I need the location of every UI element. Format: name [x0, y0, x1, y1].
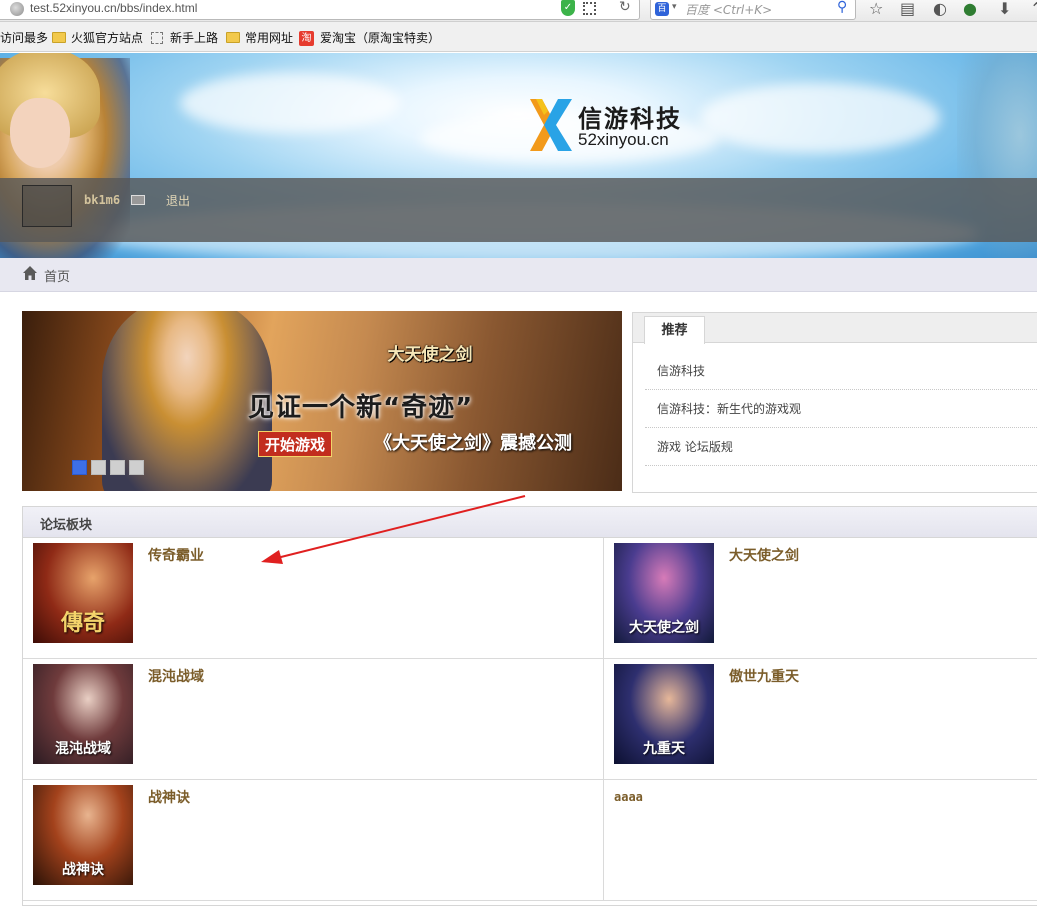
addon-icon[interactable]: ●: [963, 0, 977, 18]
forum-section: 论坛板块 傳奇 传奇霸业 大天使之剑 大天使之剑 混沌战域 混沌战域 九重天 傲…: [22, 506, 1037, 906]
carousel-dot[interactable]: [129, 460, 144, 475]
tab-recommend[interactable]: 推荐: [644, 316, 705, 344]
search-placeholder[interactable]: 百度 <Ctrl+K>: [685, 1, 772, 18]
board-thumbnail-text: 战神诀: [62, 862, 104, 878]
folder-icon: [52, 32, 66, 43]
carousel-dot[interactable]: [72, 460, 87, 475]
board-thumbnail-text: 大天使之剑: [629, 620, 699, 636]
board-thumbnail[interactable]: 混沌战域: [33, 664, 133, 764]
forum-section-header: 论坛板块: [23, 507, 1037, 538]
start-game-button[interactable]: 开始游戏: [258, 431, 333, 457]
home-icon[interactable]: [22, 265, 38, 281]
board-card[interactable]: 傳奇 传奇霸业: [23, 538, 604, 659]
carousel-dot[interactable]: [110, 460, 125, 475]
overflow-icon[interactable]: ⌃: [1030, 0, 1037, 18]
search-bar[interactable]: 百 ▾ 百度 <Ctrl+K> ⚲: [650, 0, 856, 20]
board-thumbnail[interactable]: 傳奇: [33, 543, 133, 643]
bookmark-aitaobao[interactable]: 爱淘宝（原淘宝特卖）: [320, 29, 440, 46]
board-thumbnail[interactable]: 战神诀: [33, 785, 133, 885]
bookmark-star-icon[interactable]: ☆: [869, 0, 883, 18]
forum-section-title: 论坛板块: [40, 518, 93, 533]
dashed-page-icon: [151, 32, 163, 44]
site-header-banner: 信游科技 52xinyou.cn bk1m6 退出: [0, 53, 1037, 258]
site-logo[interactable]: 信游科技 52xinyou.cn: [526, 93, 686, 155]
breadcrumb: 首页: [0, 258, 1037, 292]
board-card[interactable]: aaaa: [604, 780, 1037, 901]
recommend-item[interactable]: 信游科技: [645, 352, 1037, 390]
board-title[interactable]: 混沌战域: [148, 666, 204, 686]
board-card[interactable]: 九重天 傲世九重天: [604, 659, 1037, 780]
username[interactable]: bk1m6: [84, 193, 120, 207]
carousel-subtitle: 《大天使之剑》震撼公测: [374, 433, 572, 454]
browser-toolbar: test.52xinyou.cn/bbs/index.html ✓ ↻ 百 ▾ …: [0, 0, 1037, 22]
recommend-panel: 推荐 信游科技 信游科技：新生代的游戏观 游戏 论坛版规: [632, 312, 1037, 493]
board-thumbnail-text: 混沌战域: [55, 741, 111, 757]
board-card[interactable]: 大天使之剑 大天使之剑: [604, 538, 1037, 659]
board-card[interactable]: 混沌战域 混沌战域: [23, 659, 604, 780]
board-title[interactable]: aaaa: [614, 790, 643, 804]
logout-link[interactable]: 退出: [166, 192, 190, 209]
taobao-icon: 淘: [299, 31, 314, 46]
carousel-character-art: [102, 311, 272, 491]
recommend-item[interactable]: 游戏 论坛版规: [645, 428, 1037, 466]
game-carousel[interactable]: 大天使之剑 见证一个新“奇迹” 开始游戏 《大天使之剑》震撼公测: [22, 311, 622, 491]
security-shield-icon[interactable]: ✓: [561, 0, 575, 16]
board-thumbnail-text: 傳奇: [60, 610, 105, 636]
board-thumbnail[interactable]: 大天使之剑: [614, 543, 714, 643]
board-title[interactable]: 战神诀: [148, 787, 190, 807]
bookmarks-bar: 访问最多 火狐官方站点 新手上路 常用网址 淘 爱淘宝（原淘宝特卖）: [0, 22, 1037, 52]
bookmark-firefox-site[interactable]: 火狐官方站点: [71, 29, 143, 46]
recommend-item[interactable]: 信游科技：新生代的游戏观: [645, 390, 1037, 428]
breadcrumb-home-link[interactable]: 首页: [44, 266, 70, 285]
baidu-paw-icon[interactable]: 百: [655, 2, 669, 16]
bookmark-common-sites[interactable]: 常用网址: [245, 29, 293, 46]
board-title[interactable]: 传奇霸业: [148, 545, 204, 565]
logo-chinese-name: 信游科技: [578, 104, 682, 133]
board-title[interactable]: 傲世九重天: [729, 666, 799, 686]
logo-x-icon: [530, 99, 572, 151]
logo-domain: 52xinyou.cn: [578, 130, 669, 149]
board-card[interactable]: 战神诀 战神诀: [23, 780, 604, 901]
url-text[interactable]: test.52xinyou.cn/bbs/index.html: [30, 1, 197, 15]
board-title[interactable]: 大天使之剑: [729, 545, 799, 565]
globe-icon: [10, 2, 24, 16]
avatar[interactable]: [22, 185, 72, 227]
carousel-game-title: 大天使之剑: [387, 345, 473, 365]
board-thumbnail[interactable]: 九重天: [614, 664, 714, 764]
download-icon[interactable]: ⬇: [998, 0, 1011, 18]
message-icon[interactable]: [131, 195, 145, 205]
chevron-down-icon[interactable]: ▾: [672, 2, 677, 12]
qr-code-icon[interactable]: [583, 2, 596, 15]
palette-icon[interactable]: ◐: [933, 0, 947, 18]
address-bar[interactable]: test.52xinyou.cn/bbs/index.html ✓ ↻: [0, 0, 640, 20]
reload-icon[interactable]: ↻: [619, 0, 631, 15]
recommend-tab-bar: 推荐: [633, 313, 1037, 344]
bookmark-getting-started[interactable]: 新手上路: [170, 29, 218, 46]
carousel-slogan: 见证一个新“奇迹”: [248, 393, 474, 423]
search-icon[interactable]: ⚲: [837, 0, 847, 15]
user-bar: bk1m6 退出: [0, 178, 1037, 242]
carousel-dot[interactable]: [91, 460, 106, 475]
folder-icon: [226, 32, 240, 43]
reading-list-icon[interactable]: ▤: [900, 0, 915, 18]
bookmark-most-visited[interactable]: 访问最多: [0, 29, 48, 46]
board-thumbnail-text: 九重天: [643, 741, 685, 757]
